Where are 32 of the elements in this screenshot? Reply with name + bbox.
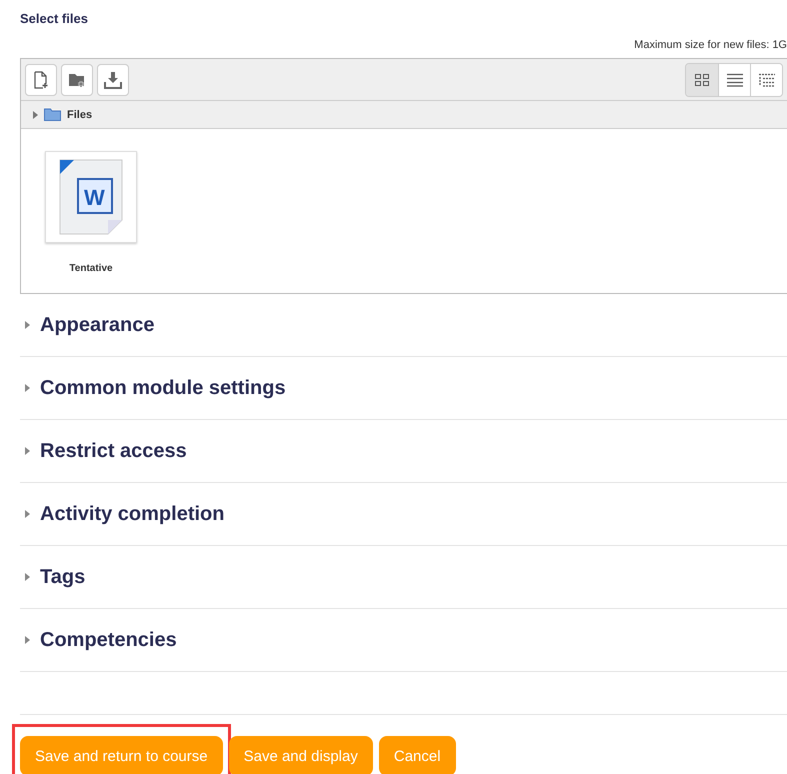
collapse-arrow-icon[interactable] xyxy=(25,447,30,455)
folder-plus-icon xyxy=(68,72,86,88)
document-icon: W xyxy=(58,159,124,235)
add-folder-button[interactable] xyxy=(61,64,93,96)
download-button[interactable] xyxy=(97,64,129,96)
list-view-button[interactable] xyxy=(718,64,750,96)
collapse-arrow-icon[interactable] xyxy=(25,573,30,581)
section-heading[interactable]: Tags xyxy=(40,566,86,588)
max-size-note: Maximum size for new files: 1G xyxy=(633,39,787,52)
list-view-icon xyxy=(726,72,744,86)
section-heading[interactable]: Common module settings xyxy=(40,376,286,400)
add-file-button[interactable] xyxy=(25,64,57,96)
section-heading[interactable]: Competencies xyxy=(40,628,177,652)
file-thumbnail[interactable]: W xyxy=(45,151,137,243)
folder-icon xyxy=(44,108,61,121)
icons-view-button[interactable] xyxy=(686,64,718,96)
section-title: Select files xyxy=(20,12,89,28)
section-heading[interactable]: Activity completion xyxy=(40,502,224,526)
expand-arrow-icon[interactable] xyxy=(33,110,38,118)
grid-view-icon xyxy=(694,72,710,86)
path-label[interactable]: Files xyxy=(67,108,92,120)
section-heading[interactable]: Appearance xyxy=(40,314,154,336)
download-icon xyxy=(104,70,122,88)
new-file-icon xyxy=(33,70,49,88)
collapse-arrow-icon[interactable] xyxy=(25,636,30,644)
file-name: Tentative xyxy=(69,263,113,274)
collapse-arrow-icon[interactable] xyxy=(25,510,30,518)
tree-view-icon xyxy=(758,72,776,86)
collapse-arrow-icon[interactable] xyxy=(25,384,30,392)
tree-view-button[interactable] xyxy=(750,64,782,96)
section-heading[interactable]: Restrict access xyxy=(40,440,187,462)
collapse-arrow-icon[interactable] xyxy=(25,321,30,329)
